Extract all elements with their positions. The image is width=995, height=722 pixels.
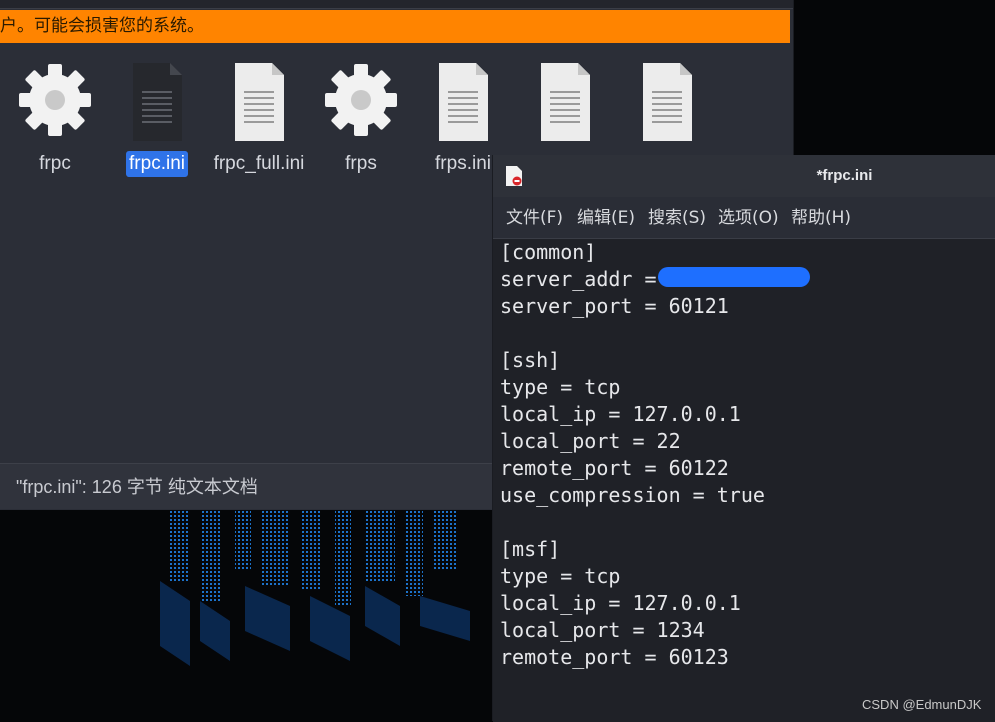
code-line: [ssh] (500, 348, 561, 372)
watermark: CSDN @EdmunDJK (862, 697, 982, 712)
file-item-7[interactable] (612, 55, 722, 145)
text-editor-window: *frpc.ini 文件(F) 编辑(E) 搜索(S) 选项(O) 帮助(H) … (492, 155, 995, 722)
code-line: local_ip = 127.0.0.1 (500, 591, 741, 615)
code-line: remote_port = 60122 (500, 456, 729, 480)
menu-help[interactable]: 帮助(H) (791, 203, 851, 233)
code-line: local_ip = 127.0.0.1 (500, 402, 741, 426)
menu-options[interactable]: 选项(O) (718, 203, 779, 233)
file-item-frpc-full-ini[interactable]: frpc_full.ini (204, 55, 314, 177)
code-line: use_compression = true (500, 483, 765, 507)
text-file-icon (541, 63, 590, 141)
code-line: [common] (500, 240, 597, 264)
code-line: local_port = 22 (500, 429, 681, 453)
gear-icon (19, 64, 91, 136)
file-item-frpc[interactable]: frpc (0, 55, 110, 177)
desktop-wallpaper-art (160, 511, 470, 666)
text-file-icon (133, 63, 182, 141)
warning-banner: 户。可能会损害您的系统。 (0, 10, 790, 43)
gear-icon (325, 64, 397, 136)
editor-text-area[interactable]: [common] server_addr = server_port = 601… (493, 238, 995, 722)
status-bar: "frpc.ini": 126 字节 纯文本文档 (0, 463, 500, 509)
file-label: frpc.ini (126, 151, 188, 177)
code-line: local_port = 1234 (500, 618, 705, 642)
editor-titlebar: *frpc.ini (493, 155, 995, 197)
code-line: remote_port = 60123 (500, 645, 729, 669)
file-label: frps (345, 153, 377, 174)
code-line: server_port = 60121 (500, 294, 729, 318)
file-label: frpc (39, 153, 71, 174)
editor-menubar: 文件(F) 编辑(E) 搜索(S) 选项(O) 帮助(H) (493, 203, 995, 233)
code-line: [msf] (500, 537, 561, 561)
text-file-icon (235, 63, 284, 141)
file-label: frpc_full.ini (213, 153, 305, 174)
file-item-6[interactable] (510, 55, 620, 145)
file-item-frpc-ini[interactable]: frpc.ini (102, 55, 212, 177)
menu-search[interactable]: 搜索(S) (648, 203, 706, 233)
menu-edit[interactable]: 编辑(E) (577, 203, 635, 233)
menu-file[interactable]: 文件(F) (506, 203, 563, 233)
code-line: type = tcp (500, 564, 621, 588)
text-file-icon (439, 63, 488, 141)
text-file-icon (643, 63, 692, 141)
file-label: frps.ini (435, 153, 491, 174)
window-top-edge (0, 0, 793, 9)
file-item-frps[interactable]: frps (306, 55, 416, 177)
code-line: server_addr = (500, 267, 669, 291)
editor-title: *frpc.ini (816, 167, 873, 184)
code-line: type = tcp (500, 375, 621, 399)
redaction-mark (658, 267, 810, 287)
